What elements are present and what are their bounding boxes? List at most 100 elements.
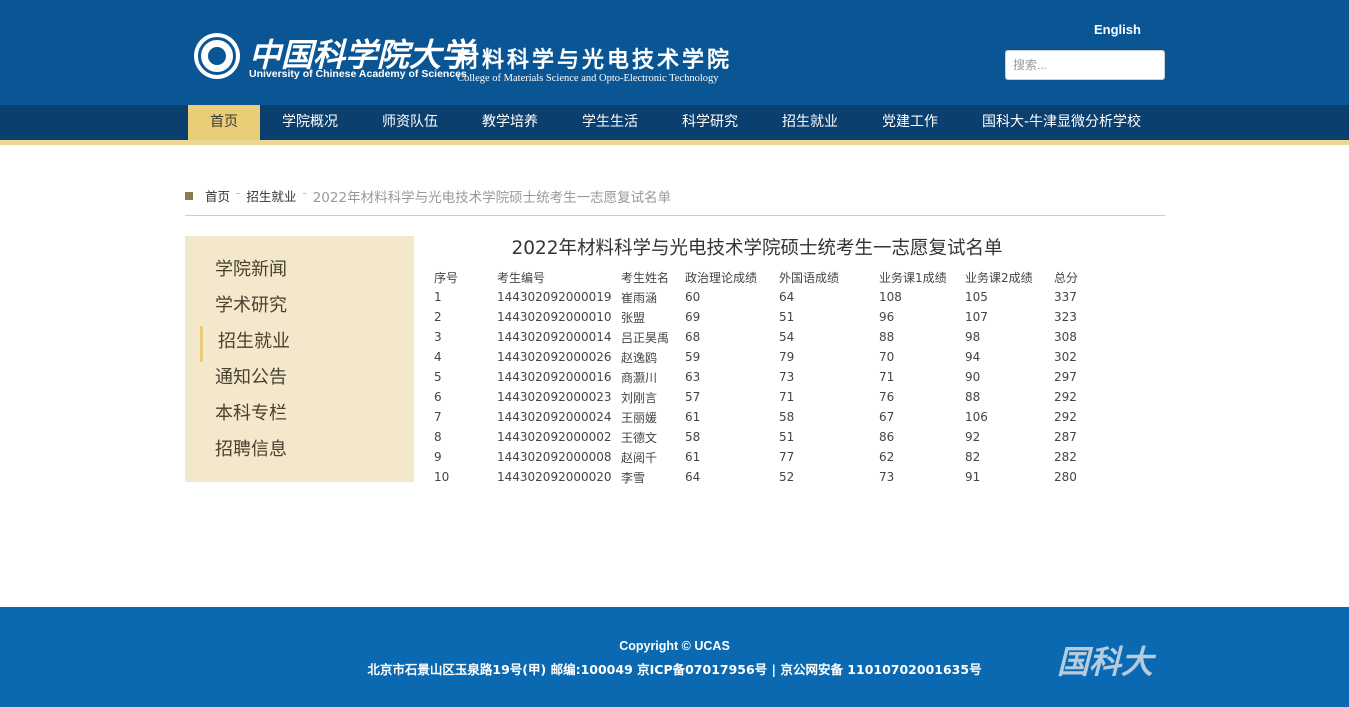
- table-cell: 7: [434, 410, 442, 424]
- emblem-ring: [198, 37, 236, 75]
- sidebar-item-jobs[interactable]: 招聘信息: [185, 434, 414, 470]
- breadcrumb-square-icon: [185, 192, 193, 200]
- table-cell: 5: [434, 370, 442, 384]
- table-cell: 64: [779, 290, 795, 304]
- table-cell: 280: [1054, 470, 1077, 484]
- table-cell: 107: [965, 310, 988, 324]
- table-cell: 144302092000002: [497, 430, 612, 444]
- table-cell: 96: [879, 310, 895, 324]
- sidebar-item-news[interactable]: 学院新闻: [185, 254, 414, 290]
- table-body: 1 144302092000019 崔雨涵 60 64 108 105 337 2 1443020…: [434, 287, 1094, 487]
- table-cell: 68: [685, 330, 701, 344]
- table-cell: 94: [965, 350, 981, 364]
- nav-item-faculty[interactable]: 师资队伍: [360, 105, 460, 140]
- column-header: 业务课2成绩: [965, 270, 1033, 285]
- nav-item-research[interactable]: 科学研究: [660, 105, 760, 140]
- table-cell: 106: [965, 410, 988, 424]
- table-cell: 64: [685, 470, 701, 484]
- nav-item-oxford-school[interactable]: 国科大-牛津显微分析学校: [960, 105, 1163, 140]
- table-cell: 10: [434, 470, 450, 484]
- table-cell: 108: [879, 290, 902, 304]
- table-cell: 92: [965, 430, 981, 444]
- nav-accent-line: [0, 140, 1349, 145]
- table-row: 10 144302092000020 李雪 64 52 73 91 280: [434, 467, 1094, 487]
- sidebar-item-admissions[interactable]: 招生就业: [200, 326, 414, 362]
- table-cell: 297: [1054, 370, 1077, 384]
- table-cell: 292: [1054, 390, 1077, 404]
- table-cell: 67: [879, 410, 895, 424]
- table-cell: 144302092000020: [497, 470, 612, 484]
- table-cell: 52: [779, 470, 795, 484]
- footer-logo: 国科大: [1057, 643, 1154, 681]
- scores-table: 序号 考生编号 考生姓名 政治理论成绩 外国语成绩 业务课1成绩 业务课2成绩 …: [434, 267, 1094, 487]
- sidebar-item-undergraduate[interactable]: 本科专栏: [185, 398, 414, 434]
- table-cell: 58: [779, 410, 795, 424]
- search-input[interactable]: [1005, 50, 1165, 80]
- table-cell: 51: [779, 430, 795, 444]
- table-cell: 144302092000023: [497, 390, 612, 404]
- table-cell: 吕正昊禹: [621, 330, 670, 345]
- table-cell: 73: [779, 370, 795, 384]
- table-cell: 144302092000014: [497, 330, 612, 344]
- table-row: 3 144302092000014 吕正昊禹 68 54 88 98 308: [434, 327, 1094, 347]
- table-cell: 98: [965, 330, 981, 344]
- table-cell: 61: [685, 450, 701, 464]
- table-cell: 91: [965, 470, 981, 484]
- site-footer: Copyright © UCAS 北京市石景山区玉泉路19号(甲) 邮编:100…: [0, 607, 1349, 707]
- table-cell: 1: [434, 290, 442, 304]
- breadcrumb-section[interactable]: 招生就业: [246, 186, 296, 205]
- sidebar-item-notices[interactable]: 通知公告: [185, 362, 414, 398]
- table-cell: 张盟: [621, 310, 646, 325]
- breadcrumb-separator: -: [302, 186, 307, 200]
- column-header: 政治理论成绩: [685, 270, 758, 285]
- table-cell: 73: [879, 470, 895, 484]
- breadcrumb-current: 2022年材料科学与光电技术学院硕士统考生一志愿复试名单: [312, 190, 672, 206]
- page-title: 2022年材料科学与光电技术学院硕士统考生一志愿复试名单: [511, 238, 1003, 259]
- college-name-en[interactable]: College of Materials Science and Opto-El…: [457, 73, 719, 84]
- university-logo-en[interactable]: University of Chinese Academy of Science…: [249, 68, 467, 80]
- nav-item-about[interactable]: 学院概况: [260, 105, 360, 140]
- table-cell: 商灏川: [621, 370, 658, 385]
- table-cell: 6: [434, 390, 442, 404]
- table-cell: 82: [965, 450, 981, 464]
- nav-item-education[interactable]: 教学培养: [460, 105, 560, 140]
- column-header: 业务课1成绩: [879, 270, 947, 285]
- table-row: 6 144302092000023 刘刚言 57 71 76 88 292: [434, 387, 1094, 407]
- table-cell: 59: [685, 350, 701, 364]
- english-link[interactable]: English: [1094, 22, 1141, 37]
- table-cell: 王德文: [621, 430, 658, 445]
- table-cell: 57: [685, 390, 701, 404]
- table-cell: 赵阅千: [621, 450, 658, 465]
- sidebar-item-academic[interactable]: 学术研究: [185, 290, 414, 326]
- table-cell: 90: [965, 370, 981, 384]
- table-cell: 3: [434, 330, 442, 344]
- emblem-core: [208, 47, 226, 65]
- table-cell: 144302092000016: [497, 370, 612, 384]
- table-cell: 323: [1054, 310, 1077, 324]
- table-cell: 54: [779, 330, 795, 344]
- table-header-row: 序号 考生编号 考生姓名 政治理论成绩 外国语成绩 业务课1成绩 业务课2成绩 …: [434, 267, 1094, 287]
- ucas-emblem-icon[interactable]: [194, 33, 240, 79]
- table-cell: 292: [1054, 410, 1077, 424]
- table-cell: 302: [1054, 350, 1077, 364]
- column-header: 外国语成绩: [779, 270, 840, 285]
- nav-item-admissions[interactable]: 招生就业: [760, 105, 860, 140]
- table-cell: 2: [434, 310, 442, 324]
- table-cell: 8: [434, 430, 442, 444]
- table-cell: 88: [965, 390, 981, 404]
- table-cell: 赵逸鸥: [621, 350, 658, 365]
- table-cell: 144302092000008: [497, 450, 612, 464]
- nav-item-student-life[interactable]: 学生生活: [560, 105, 660, 140]
- site-header: 中国科学院大学 University of Chinese Academy of…: [0, 0, 1349, 105]
- column-header: 总分: [1054, 270, 1079, 285]
- table-cell: 李雪: [621, 470, 646, 485]
- table-cell: 刘刚言: [621, 390, 658, 405]
- table-row: 2 144302092000010 张盟 69 51 96 107 323: [434, 307, 1094, 327]
- nav-item-home[interactable]: 首页: [188, 105, 260, 140]
- table-cell: 51: [779, 310, 795, 324]
- table-cell: 58: [685, 430, 701, 444]
- nav-item-party[interactable]: 党建工作: [860, 105, 960, 140]
- table-cell: 144302092000024: [497, 410, 612, 424]
- college-name-cn[interactable]: 材料科学与光电技术学院: [457, 42, 732, 74]
- breadcrumb-home[interactable]: 首页: [205, 186, 230, 205]
